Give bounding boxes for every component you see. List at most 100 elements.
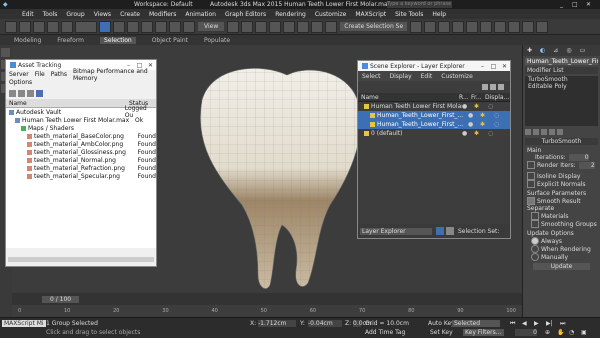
edit-named-sets-icon[interactable] xyxy=(325,20,338,33)
add-time-tag[interactable]: Add Time Tag xyxy=(365,329,405,336)
filter-icon[interactable] xyxy=(498,84,504,90)
tab-object-paint[interactable]: Object Paint xyxy=(152,37,188,44)
close-button[interactable]: ✕ xyxy=(499,63,510,70)
display-tab-icon[interactable]: ▭ xyxy=(580,47,586,54)
tab-populate[interactable]: Populate xyxy=(204,37,230,44)
y-coord-input[interactable]: -0.04cm xyxy=(308,320,342,327)
update-button[interactable]: Update xyxy=(533,263,590,270)
freeze-toggle-icon[interactable]: ✱ xyxy=(474,130,488,137)
bind-icon[interactable] xyxy=(61,20,73,33)
layer-light-icon[interactable] xyxy=(364,104,369,109)
menu-views[interactable]: Views xyxy=(94,11,111,18)
menu-site-tools[interactable]: Site Tools xyxy=(395,11,423,18)
key-mode-dropdown[interactable]: Selected xyxy=(452,320,500,327)
column-name[interactable]: Name xyxy=(358,94,459,101)
set-key-button[interactable]: Set Key xyxy=(430,329,453,336)
maximize-viewport-icon[interactable]: ▣ xyxy=(581,329,587,336)
delete-icon[interactable] xyxy=(490,84,496,90)
keyboard-shortcut-icon[interactable] xyxy=(255,20,268,33)
manually-radio[interactable] xyxy=(531,253,539,261)
layer-manager-icon[interactable] xyxy=(438,20,451,33)
display-toggle-icon[interactable]: ◌ xyxy=(494,121,499,128)
table-row[interactable]: teeth_material_Refraction.png Found xyxy=(6,164,156,172)
display-toggle-icon[interactable]: ◌ xyxy=(488,103,493,110)
create-tab-icon[interactable]: ✚ xyxy=(527,47,532,54)
menu-paths[interactable]: Paths xyxy=(51,71,67,78)
menu-display[interactable]: Display xyxy=(390,73,412,80)
minimize-button[interactable]: _ xyxy=(560,1,563,8)
refresh-icon[interactable] xyxy=(9,89,16,97)
tab-modeling[interactable]: Modeling xyxy=(14,37,41,44)
column-freeze[interactable]: Fr... xyxy=(471,94,485,101)
spinner-snap-icon[interactable] xyxy=(311,20,324,33)
orbit-icon[interactable]: ◔ xyxy=(569,329,574,336)
search-input[interactable]: Type a keyword or phrase xyxy=(387,1,452,8)
display-toggle-icon[interactable]: ◌ xyxy=(494,112,499,119)
menu-bitmap-performance[interactable]: Bitmap Performance and Memory xyxy=(73,68,150,82)
app-logo-icon[interactable]: ◆ xyxy=(3,1,8,8)
list-view-icon[interactable] xyxy=(18,89,25,97)
zoom-icon[interactable]: ⊕ xyxy=(545,329,550,336)
maximize-button[interactable]: □ xyxy=(572,1,578,8)
turbosmooth-rollout-header[interactable]: TurboSmooth xyxy=(525,138,598,145)
maxscript-listener[interactable]: MAXScript Mi xyxy=(2,320,46,327)
pan-icon[interactable]: ✋ xyxy=(557,329,564,336)
layer-icon[interactable] xyxy=(436,227,444,235)
rotate-icon[interactable] xyxy=(169,20,181,33)
render-toggle-icon[interactable]: ● xyxy=(468,112,480,119)
horizontal-scrollbar[interactable] xyxy=(8,257,154,262)
table-row[interactable]: teeth_material_AmbColor.png Found xyxy=(6,140,156,148)
menu-animation[interactable]: Animation xyxy=(185,11,216,18)
layer-light-icon[interactable] xyxy=(364,131,369,136)
tool-icon[interactable] xyxy=(1,48,10,57)
previous-frame-icon[interactable]: ◀ xyxy=(522,320,527,327)
schematic-view-icon[interactable] xyxy=(480,20,493,33)
tab-selection[interactable]: Selection xyxy=(100,36,136,44)
modify-tab-icon[interactable]: ◐ xyxy=(540,47,545,54)
menu-graph-editors[interactable]: Graph Editors xyxy=(225,11,266,18)
minimize-button[interactable]: – xyxy=(477,63,488,70)
always-radio[interactable] xyxy=(531,237,539,245)
display-toggle-icon[interactable]: ◌ xyxy=(488,130,493,137)
menu-modifiers[interactable]: Modifiers xyxy=(149,11,176,18)
modifier-list-dropdown[interactable]: Modifier List xyxy=(525,67,598,74)
render-toggle-icon[interactable]: ● xyxy=(468,121,480,128)
scene-tree-row[interactable]: Human Teeth Lower First Molar ● ✱ ◌ xyxy=(358,102,510,111)
hierarchy-icon[interactable] xyxy=(446,227,454,235)
rendered-frame-icon[interactable] xyxy=(522,20,535,33)
make-unique-icon[interactable] xyxy=(541,129,547,135)
select-by-name-icon[interactable] xyxy=(113,20,125,33)
isoline-display-checkbox[interactable] xyxy=(527,172,535,180)
table-row[interactable]: teeth_material_Glossiness.png Found xyxy=(6,148,156,156)
key-filters-button[interactable]: Key Filters... xyxy=(463,329,504,336)
close-button[interactable]: ✕ xyxy=(586,1,591,8)
motion-tab-icon[interactable]: ◎ xyxy=(566,47,571,54)
menu-rendering[interactable]: Rendering xyxy=(275,11,306,18)
rectangle-selection-icon[interactable] xyxy=(127,20,139,33)
pin-stack-icon[interactable] xyxy=(525,129,531,135)
x-coord-input[interactable]: -1.712cm xyxy=(258,320,296,327)
tree-view-icon[interactable] xyxy=(27,89,34,97)
scene-tree-row[interactable]: Human_Teeth_Lower_First_... ● ✱ ◌ xyxy=(358,111,510,120)
select-manipulate-icon[interactable] xyxy=(241,20,254,33)
hierarchy-tab-icon[interactable]: ⊿ xyxy=(553,47,558,54)
menu-edit[interactable]: Edit xyxy=(421,73,433,80)
pivot-icon[interactable] xyxy=(227,20,240,33)
graphite-toolbar-icon[interactable] xyxy=(452,20,465,33)
freeze-toggle-icon[interactable]: ✱ xyxy=(480,121,494,128)
explorer-type-dropdown[interactable]: Layer Explorer xyxy=(360,227,432,235)
stack-item-editable-poly[interactable]: Editable Poly xyxy=(525,83,598,90)
select-object-icon[interactable] xyxy=(99,20,111,33)
table-row[interactable]: teeth_material_Specular.png Found xyxy=(6,172,156,180)
smoothing-groups-checkbox[interactable] xyxy=(531,220,539,228)
find-icon[interactable] xyxy=(482,84,488,90)
material-editor-icon[interactable] xyxy=(494,20,507,33)
column-name[interactable]: Name xyxy=(6,100,129,107)
scene-tree-row[interactable]: Human_Teeth_Lower_First_... ● ✱ ◌ xyxy=(358,120,510,129)
percent-snap-icon[interactable] xyxy=(297,20,310,33)
menu-tools[interactable]: Tools xyxy=(43,11,58,18)
render-icon[interactable] xyxy=(536,20,549,33)
render-setup-icon[interactable] xyxy=(508,20,521,33)
configure-sets-icon[interactable] xyxy=(557,129,563,135)
scene-explorer-titlebar[interactable]: Scene Explorer - Layer Explorer – □ ✕ xyxy=(358,61,510,71)
